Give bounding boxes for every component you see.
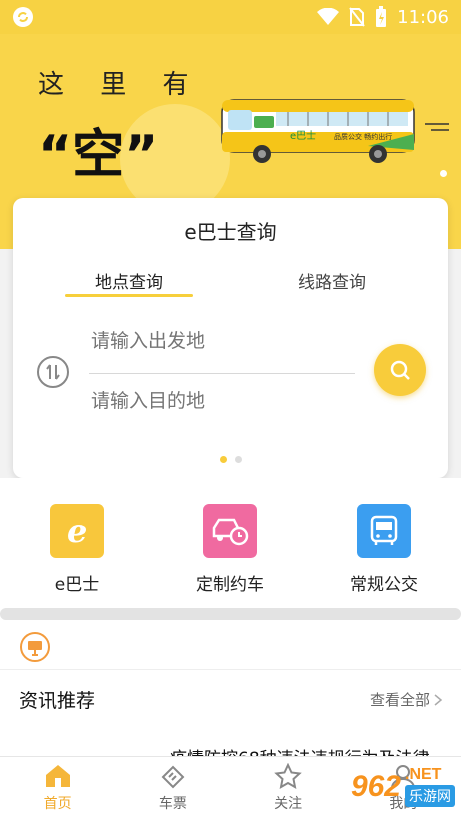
tab-tickets-label: 车票 bbox=[158, 796, 187, 812]
e-letter-icon: e bbox=[50, 504, 104, 558]
bus-slogan-text: 品质公交 畅约出行 bbox=[334, 132, 392, 141]
wifi-icon bbox=[317, 8, 340, 25]
bus-brand-text: e巴士 bbox=[290, 129, 316, 142]
notice-board-icon bbox=[20, 632, 50, 662]
tab-route-search[interactable]: 线路查询 bbox=[268, 268, 396, 293]
menu-item-ebus[interactable]: e e巴士 bbox=[17, 504, 137, 595]
speed-lines bbox=[425, 123, 449, 131]
banner-slogan-line2: “空” bbox=[38, 125, 159, 185]
view-all-link[interactable]: 查看全部 bbox=[370, 689, 443, 710]
news-title: 资讯推荐 bbox=[19, 690, 96, 712]
news-section: 资讯推荐 查看全部 疫情防控68种违法违规行为及法律 bbox=[0, 670, 461, 769]
page-dot bbox=[234, 456, 242, 463]
search-icon bbox=[390, 360, 410, 380]
sync-icon bbox=[13, 7, 33, 27]
menu-item-regular-bus[interactable]: 常规公交 bbox=[324, 504, 444, 595]
notice-bar[interactable] bbox=[0, 624, 461, 670]
swap-icon[interactable] bbox=[37, 356, 69, 388]
card-page-indicator bbox=[13, 456, 448, 463]
menu-label-custom-ride: 定制约车 bbox=[196, 575, 264, 595]
svg-text:e: e bbox=[67, 513, 87, 549]
clock: 11:06 bbox=[397, 6, 449, 28]
battery-icon bbox=[376, 6, 387, 27]
departure-input[interactable] bbox=[91, 330, 351, 352]
car-clock-icon bbox=[203, 504, 257, 558]
chevron-right-icon bbox=[434, 693, 443, 706]
section-separator bbox=[0, 608, 461, 624]
bus-icon bbox=[357, 504, 411, 558]
view-all-label: 查看全部 bbox=[369, 691, 430, 709]
destination-input[interactable] bbox=[91, 390, 351, 412]
field-divider bbox=[89, 373, 355, 374]
menu-label-ebus: e巴士 bbox=[54, 575, 100, 595]
home-icon bbox=[45, 765, 70, 787]
tab-location-search[interactable]: 地点查询 bbox=[65, 268, 193, 293]
ticket-icon bbox=[161, 765, 185, 789]
page-dot-active bbox=[219, 456, 227, 463]
watermark-domain: .NET bbox=[405, 766, 442, 783]
search-button[interactable] bbox=[374, 344, 426, 396]
tab-home-label: 首页 bbox=[43, 796, 72, 812]
tab-follow[interactable]: 关注 bbox=[231, 757, 346, 821]
tab-tickets[interactable]: 车票 bbox=[115, 757, 230, 821]
tab-follow-label: 关注 bbox=[274, 796, 303, 812]
search-card-title: e巴士查询 bbox=[184, 220, 277, 244]
banner-slogan-line1: 这 里 有 bbox=[38, 70, 203, 100]
menu-item-custom-ride[interactable]: 定制约车 bbox=[170, 504, 290, 595]
banner-page-indicator bbox=[440, 170, 447, 177]
watermark-sub: 乐游网 bbox=[405, 785, 455, 807]
menu-label-regular-bus: 常规公交 bbox=[350, 575, 418, 595]
quick-menu: e e巴士 定制约车 常规公交 bbox=[0, 478, 461, 608]
no-sim-icon bbox=[349, 7, 365, 27]
star-icon bbox=[274, 763, 302, 789]
search-card: e巴士查询 地点查询 线路查询 bbox=[13, 198, 448, 478]
site-watermark: 962 .NET 乐游网 bbox=[351, 766, 455, 807]
tab-home[interactable]: 首页 bbox=[0, 757, 115, 821]
bus-illustration: e巴士 品质公交 畅约出行 bbox=[221, 99, 415, 163]
watermark-brand: 962 bbox=[350, 769, 401, 803]
status-bar: 11:06 bbox=[0, 0, 461, 34]
active-tab-underline bbox=[65, 294, 193, 297]
